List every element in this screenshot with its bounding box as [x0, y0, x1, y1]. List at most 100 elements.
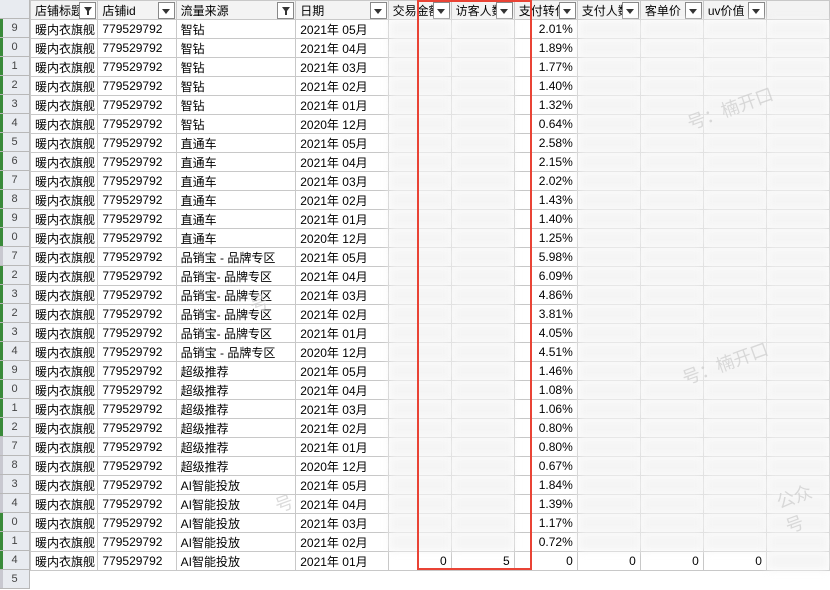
- cell-conversion[interactable]: 5.98%: [514, 248, 577, 267]
- cell-shop-name[interactable]: 暖内衣旗舰: [31, 305, 98, 324]
- cell-shop-id[interactable]: 779529792: [98, 248, 176, 267]
- cell-shop-id[interactable]: 779529792: [98, 514, 176, 533]
- col-header-f[interactable]: 访客人数: [451, 1, 514, 20]
- cell-payers[interactable]: [577, 58, 640, 77]
- cell-shop-id[interactable]: 779529792: [98, 495, 176, 514]
- cell-uv-value[interactable]: [703, 381, 766, 400]
- col-header-a[interactable]: 店铺标题: [31, 1, 98, 20]
- cell-visitors[interactable]: [451, 343, 514, 362]
- cell-shop-name[interactable]: 暖内衣旗舰: [31, 400, 98, 419]
- cell-shop-name[interactable]: 暖内衣旗舰: [31, 96, 98, 115]
- filter-active-icon[interactable]: [277, 2, 294, 19]
- cell-amount[interactable]: [388, 172, 451, 191]
- cell-payers[interactable]: [577, 20, 640, 39]
- cell-amount[interactable]: [388, 153, 451, 172]
- cell-extra[interactable]: [766, 96, 829, 115]
- cell-unit-price[interactable]: [640, 267, 703, 286]
- filter-dropdown-icon[interactable]: [559, 2, 576, 19]
- cell-amount[interactable]: [388, 495, 451, 514]
- col-header-e[interactable]: 交易金额: [388, 1, 451, 20]
- col-header-c[interactable]: 流量来源: [176, 1, 296, 20]
- cell-conversion[interactable]: 0.64%: [514, 115, 577, 134]
- row-number[interactable]: 2: [0, 418, 30, 437]
- cell-uv-value[interactable]: [703, 286, 766, 305]
- cell-date[interactable]: 2021年 03月: [296, 286, 388, 305]
- cell-date[interactable]: 2021年 02月: [296, 191, 388, 210]
- cell-source[interactable]: AI智能投放: [176, 552, 296, 571]
- cell-payers[interactable]: 0: [577, 552, 640, 571]
- cell-shop-name[interactable]: 暖内衣旗舰: [31, 552, 98, 571]
- cell-source[interactable]: 超级推荐: [176, 438, 296, 457]
- cell-conversion[interactable]: 0.72%: [514, 533, 577, 552]
- cell-source[interactable]: 直通车: [176, 134, 296, 153]
- col-header-k[interactable]: [766, 1, 829, 20]
- cell-amount[interactable]: [388, 476, 451, 495]
- cell-payers[interactable]: [577, 77, 640, 96]
- cell-amount[interactable]: [388, 115, 451, 134]
- cell-uv-value[interactable]: [703, 229, 766, 248]
- cell-source[interactable]: 直通车: [176, 153, 296, 172]
- cell-conversion[interactable]: 6.09%: [514, 267, 577, 286]
- cell-unit-price[interactable]: [640, 438, 703, 457]
- filter-dropdown-icon[interactable]: [158, 2, 175, 19]
- cell-conversion[interactable]: 0: [514, 552, 577, 571]
- cell-shop-id[interactable]: 779529792: [98, 267, 176, 286]
- cell-shop-name[interactable]: 暖内衣旗舰: [31, 229, 98, 248]
- cell-visitors[interactable]: [451, 153, 514, 172]
- cell-date[interactable]: 2021年 02月: [296, 77, 388, 96]
- cell-visitors[interactable]: [451, 39, 514, 58]
- filter-dropdown-icon[interactable]: [496, 2, 513, 19]
- cell-unit-price[interactable]: [640, 20, 703, 39]
- cell-source[interactable]: 智钻: [176, 39, 296, 58]
- cell-amount[interactable]: [388, 457, 451, 476]
- cell-conversion[interactable]: 1.46%: [514, 362, 577, 381]
- cell-source[interactable]: 智钻: [176, 20, 296, 39]
- cell-payers[interactable]: [577, 400, 640, 419]
- cell-amount[interactable]: [388, 267, 451, 286]
- cell-unit-price[interactable]: [640, 457, 703, 476]
- cell-source[interactable]: AI智能投放: [176, 533, 296, 552]
- cell-conversion[interactable]: 1.39%: [514, 495, 577, 514]
- col-header-g[interactable]: 支付转化: [514, 1, 577, 20]
- cell-visitors[interactable]: [451, 96, 514, 115]
- cell-date[interactable]: 2021年 05月: [296, 248, 388, 267]
- cell-date[interactable]: 2021年 05月: [296, 20, 388, 39]
- cell-shop-id[interactable]: 779529792: [98, 305, 176, 324]
- cell-payers[interactable]: [577, 229, 640, 248]
- cell-unit-price[interactable]: [640, 172, 703, 191]
- cell-amount[interactable]: [388, 210, 451, 229]
- cell-payers[interactable]: [577, 533, 640, 552]
- cell-extra[interactable]: [766, 267, 829, 286]
- cell-extra[interactable]: [766, 191, 829, 210]
- cell-shop-id[interactable]: 779529792: [98, 210, 176, 229]
- cell-conversion[interactable]: 0.80%: [514, 438, 577, 457]
- cell-shop-name[interactable]: 暖内衣旗舰: [31, 58, 98, 77]
- row-number[interactable]: 2: [0, 266, 30, 285]
- cell-date[interactable]: 2021年 03月: [296, 172, 388, 191]
- cell-unit-price[interactable]: [640, 495, 703, 514]
- cell-shop-name[interactable]: 暖内衣旗舰: [31, 267, 98, 286]
- cell-extra[interactable]: [766, 229, 829, 248]
- cell-source[interactable]: 超级推荐: [176, 400, 296, 419]
- cell-source[interactable]: 智钻: [176, 77, 296, 96]
- cell-amount[interactable]: [388, 324, 451, 343]
- cell-conversion[interactable]: 4.51%: [514, 343, 577, 362]
- cell-payers[interactable]: [577, 362, 640, 381]
- cell-payers[interactable]: [577, 191, 640, 210]
- cell-extra[interactable]: [766, 362, 829, 381]
- cell-uv-value[interactable]: [703, 343, 766, 362]
- cell-payers[interactable]: [577, 514, 640, 533]
- cell-visitors[interactable]: [451, 172, 514, 191]
- row-number[interactable]: 7: [0, 437, 30, 456]
- cell-conversion[interactable]: 0.67%: [514, 457, 577, 476]
- cell-uv-value[interactable]: [703, 115, 766, 134]
- cell-uv-value[interactable]: [703, 210, 766, 229]
- cell-source[interactable]: AI智能投放: [176, 514, 296, 533]
- cell-source[interactable]: 超级推荐: [176, 457, 296, 476]
- cell-payers[interactable]: [577, 305, 640, 324]
- cell-shop-name[interactable]: 暖内衣旗舰: [31, 438, 98, 457]
- row-number[interactable]: 4: [0, 551, 30, 570]
- cell-date[interactable]: 2021年 03月: [296, 514, 388, 533]
- cell-visitors[interactable]: [451, 457, 514, 476]
- cell-payers[interactable]: [577, 438, 640, 457]
